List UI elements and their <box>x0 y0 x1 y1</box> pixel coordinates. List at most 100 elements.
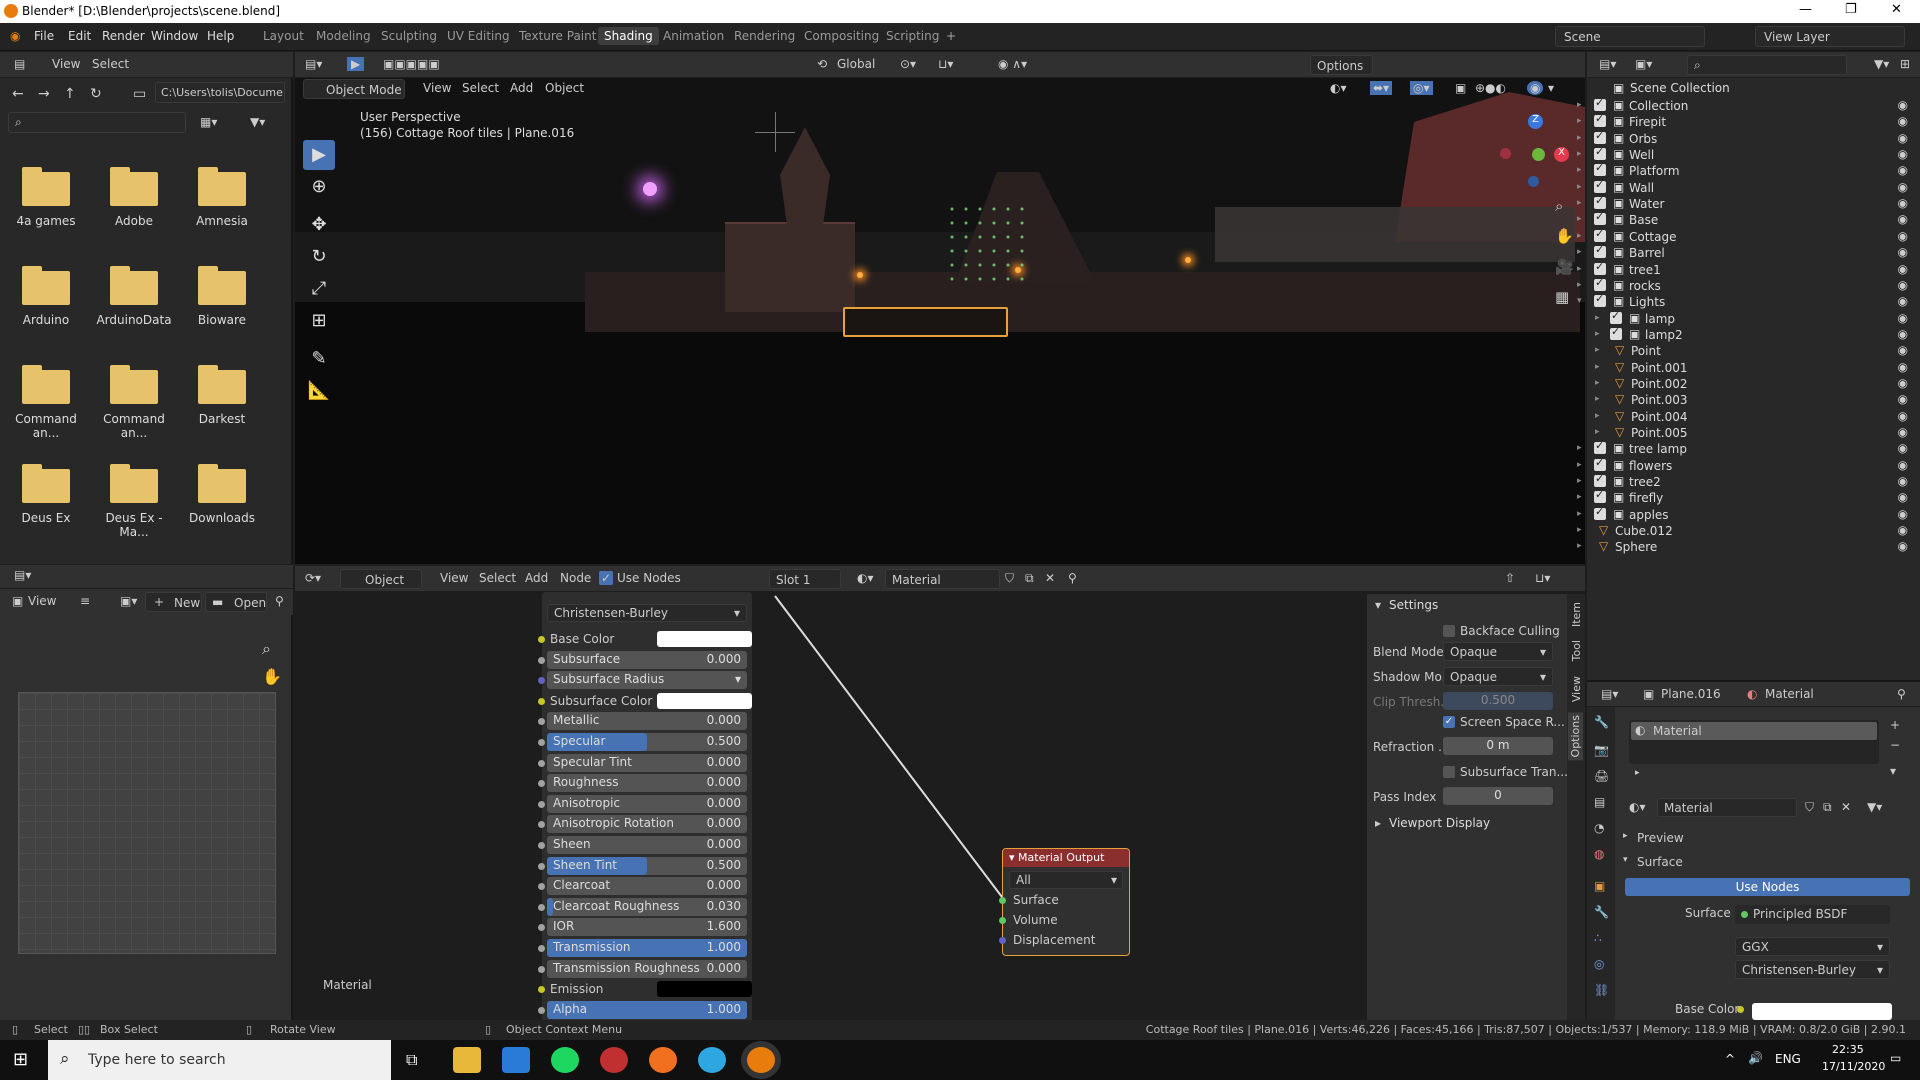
maximize-button[interactable]: ❐ <box>1845 2 1857 17</box>
input-socket[interactable] <box>538 739 545 746</box>
expand-icon[interactable]: ▸ <box>1595 345 1600 355</box>
expand-icon[interactable]: ▸ <box>1635 768 1640 778</box>
expand-icon[interactable]: ▸ <box>1577 476 1582 486</box>
folder-item[interactable]: Amnesia <box>182 167 262 228</box>
image-canvas[interactable] <box>18 692 276 954</box>
editor-type-icon[interactable]: ▤▾ <box>1601 687 1618 701</box>
input-socket[interactable] <box>538 821 545 829</box>
include-checkbox[interactable] <box>1594 472 1606 488</box>
select-mode-icon[interactable]: ▶ <box>347 57 365 71</box>
expand-icon[interactable]: ▸ <box>1595 394 1600 404</box>
visibility-eye-icon[interactable]: ◉ <box>1898 376 1908 390</box>
viewport-menu-select[interactable]: Select <box>462 81 499 95</box>
transform-orientation-icon[interactable]: ⟲ <box>817 57 827 71</box>
folder-item[interactable]: Deus Ex <box>6 464 86 525</box>
file-explorer-icon[interactable] <box>453 1047 481 1073</box>
input-socket[interactable] <box>538 759 545 767</box>
pin-icon[interactable]: ⚲ <box>1897 687 1906 701</box>
filter-icon[interactable]: ▼▾ <box>250 115 265 129</box>
folder-item[interactable]: Deus Ex - Ma... <box>94 464 174 539</box>
pass-index-field[interactable]: 0 <box>1443 787 1553 805</box>
gizmo-z-axis[interactable]: Z <box>1528 114 1543 129</box>
include-checkbox[interactable] <box>1594 129 1606 144</box>
transform-tool-icon[interactable]: ⊞ <box>303 306 335 336</box>
input-socket[interactable] <box>538 677 545 685</box>
surface-shader-select[interactable]: Principled BSDF <box>1735 905 1890 924</box>
file-search-field[interactable]: ⌕ <box>8 112 186 133</box>
tab-rendering[interactable]: Rendering <box>734 29 795 43</box>
expand-icon[interactable]: ▸ <box>1577 198 1582 208</box>
input-slider[interactable]: Roughness 0.000 <box>547 774 747 793</box>
input-language[interactable]: ENG <box>1775 1052 1801 1066</box>
expand-icon[interactable]: ▸ <box>1577 116 1582 126</box>
material-name-field[interactable]: Material <box>1657 798 1797 817</box>
spotify-icon[interactable] <box>551 1047 579 1073</box>
close-button[interactable]: ✕ <box>1891 2 1902 17</box>
unlink-material-icon[interactable]: ✕ <box>1841 800 1851 814</box>
backface-culling-checkbox[interactable] <box>1443 625 1455 637</box>
gizmo-y-axis[interactable] <box>1532 148 1545 161</box>
input-socket[interactable] <box>538 780 545 788</box>
folder-item[interactable]: Arduino <box>6 266 86 327</box>
view-layer-tab-icon[interactable]: ▤ <box>1594 795 1605 809</box>
viewport-menu-view[interactable]: View <box>423 81 451 95</box>
include-checkbox[interactable] <box>1594 276 1606 291</box>
pivot-point-icon[interactable]: ⊙▾ <box>900 57 916 71</box>
tab-uv-editing[interactable]: UV Editing <box>447 29 510 43</box>
folder-item[interactable]: Darkest <box>182 365 262 426</box>
include-checkbox[interactable] <box>1594 112 1606 128</box>
view-layer-selector[interactable]: View Layer <box>1755 26 1905 47</box>
tab-animation[interactable]: Animation <box>663 29 724 43</box>
input-socket[interactable] <box>538 1006 545 1014</box>
include-checkbox[interactable] <box>1594 161 1606 177</box>
gizmo-neg-z[interactable] <box>1528 176 1539 187</box>
material-browse-icon[interactable]: ◐▾ <box>1629 800 1646 814</box>
link-mode-icon[interactable]: ▼▾ <box>1867 800 1882 814</box>
expand-icon[interactable]: ▸ <box>1577 182 1582 192</box>
expand-icon[interactable]: ▸ <box>1595 362 1600 372</box>
input-socket[interactable] <box>538 965 545 973</box>
visibility-eye-icon[interactable]: ◉ <box>1898 539 1908 553</box>
blender-taskbar-icon[interactable] <box>747 1047 775 1073</box>
include-checkbox[interactable] <box>1594 227 1606 242</box>
input-socket[interactable] <box>538 718 545 726</box>
refraction-depth-field[interactable]: 0 m <box>1443 737 1553 755</box>
physics-tab-icon[interactable]: ◎ <box>1594 957 1604 971</box>
screen-space-refraction-checkbox[interactable]: ✓ <box>1443 716 1455 728</box>
visibility-eye-icon[interactable]: ◉ <box>1898 474 1908 488</box>
visibility-eye-icon[interactable]: ◉ <box>1898 360 1908 374</box>
input-slider[interactable]: Specular 0.500 <box>547 733 747 751</box>
image-browse-icon[interactable]: ▣▾ <box>120 594 137 608</box>
input-socket[interactable] <box>538 945 545 952</box>
zoom-icon[interactable]: ⌕ <box>1555 197 1563 215</box>
visibility-eye-icon[interactable]: ◉ <box>1898 131 1908 145</box>
visibility-eye-icon[interactable]: ◉ <box>1898 327 1908 341</box>
base-color-swatch[interactable] <box>1752 1003 1892 1020</box>
camera-view-icon[interactable]: 🎥 <box>1555 258 1574 276</box>
include-checkbox[interactable] <box>1594 260 1606 275</box>
xray-icon[interactable]: ▣ <box>1455 81 1466 95</box>
display-mode-icon[interactable]: ▣▾ <box>1635 57 1652 71</box>
material-output-title[interactable]: ▾ Material Output <box>1003 849 1129 867</box>
principled-bsdf-node[interactable]: Christensen-Burley ▾ Base Color Subsurface… <box>538 592 752 1032</box>
expand-icon[interactable]: ▸ <box>1595 427 1600 437</box>
input-slider[interactable]: Sheen Tint 0.500 <box>547 856 747 875</box>
rotate-tool-icon[interactable]: ↻ <box>303 242 335 272</box>
app-icon[interactable] <box>600 1047 628 1073</box>
input-slider[interactable]: Sheen 0.000 <box>547 836 747 854</box>
expand-icon[interactable]: ▸ <box>1577 133 1582 143</box>
expand-icon[interactable]: ▸ <box>1577 460 1582 470</box>
viewport-display-panel-header[interactable]: ▸ Viewport Display <box>1367 812 1563 834</box>
visibility-eye-icon[interactable]: ◉ <box>1898 311 1908 325</box>
cursor-tool-icon[interactable]: ⊕ <box>303 172 335 202</box>
back-arrow-icon[interactable]: ← <box>12 86 24 102</box>
remove-slot-icon[interactable]: − <box>1890 738 1900 752</box>
expand-icon[interactable]: ▸ <box>1595 411 1600 421</box>
ie-menu-icon[interactable]: ≡ <box>80 594 90 608</box>
input-slider[interactable]: Alpha 1.000 <box>547 1000 747 1019</box>
editor-type-icon[interactable]: ▤ <box>14 57 25 71</box>
expand-icon[interactable]: ▸ <box>1577 100 1582 110</box>
visibility-eye-icon[interactable]: ◉ <box>1898 212 1908 226</box>
include-checkbox[interactable] <box>1610 309 1622 324</box>
parent-dir-icon[interactable]: ↑ <box>64 86 76 102</box>
